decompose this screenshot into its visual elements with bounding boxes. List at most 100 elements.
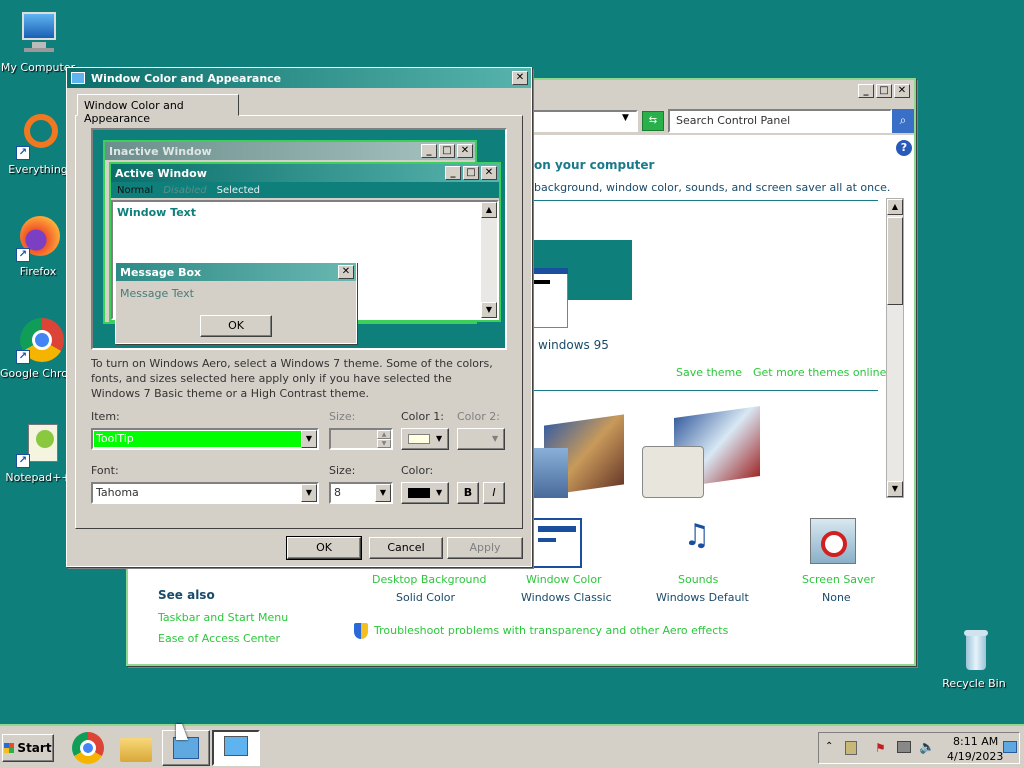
maximize-icon: □ (439, 144, 455, 158)
action-center-icon[interactable] (845, 741, 857, 755)
font-size-label: Size: (329, 464, 356, 477)
setting-window-color-value: Windows Classic (521, 591, 612, 604)
see-also-heading: See also (158, 588, 215, 602)
window-color-dialog[interactable]: Window Color and Appearance ✕ Window Col… (66, 67, 532, 567)
desktop-icon-chrome[interactable]: ↗ Google Chrome (0, 316, 76, 380)
italic-toggle[interactable]: I (483, 482, 505, 504)
show-desktop-icon[interactable] (1003, 741, 1017, 753)
desktop-icon-my-computer[interactable]: My Computer (0, 10, 76, 74)
font-dropdown-value: Tahoma (96, 486, 139, 499)
taskbar-window-color[interactable] (212, 730, 260, 766)
setting-screen-saver[interactable]: Screen Saver (802, 573, 875, 586)
preview-window-text: Window Text (117, 206, 197, 219)
font-dropdown[interactable]: Tahoma ▼ (91, 482, 319, 504)
item-dropdown[interactable]: ToolTip ▼ (91, 428, 319, 450)
chrome-icon: ↗ (14, 316, 64, 364)
cancel-button[interactable]: Cancel (369, 537, 443, 559)
dialog-close-button[interactable]: ✕ (512, 71, 528, 85)
setting-desktop-background[interactable]: Desktop Background (372, 573, 487, 586)
bold-toggle[interactable]: B (457, 482, 479, 504)
clock-date[interactable]: 4/19/2023 (947, 750, 1003, 763)
troubleshoot-link[interactable]: Troubleshoot problems with transparency … (374, 624, 728, 637)
minimize-button[interactable]: _ (858, 84, 874, 98)
preview-active-title: Active Window (115, 166, 207, 180)
font-label: Font: (91, 464, 119, 477)
theme-thumbnail-landscapes[interactable] (532, 412, 624, 498)
font-size-dropdown[interactable]: 8 ▼ (329, 482, 393, 504)
page-heading: on your computer (534, 158, 655, 172)
chevron-down-icon: ▼ (492, 434, 499, 443)
ease-of-access-link[interactable]: Ease of Access Center (158, 632, 280, 645)
close-button[interactable]: ✕ (894, 84, 910, 98)
item-label: Item: (91, 410, 120, 423)
setting-desktop-background-value: Solid Color (396, 591, 456, 604)
shortcut-arrow-icon: ↗ (16, 454, 30, 468)
search-ring-icon: ↗ (14, 112, 62, 160)
window-color-icon[interactable] (532, 518, 582, 568)
refresh-button[interactable]: ⇆ (642, 111, 664, 131)
color1-swatch (408, 434, 430, 444)
preview-menu-selected: Selected (216, 184, 260, 196)
theme-name[interactable]: windows 95 (538, 338, 609, 352)
network-icon[interactable] (897, 741, 911, 753)
font-color-picker[interactable]: ▼ (401, 482, 449, 504)
dialog-title: Window Color and Appearance (91, 71, 282, 85)
ok-button[interactable]: OK (286, 536, 362, 560)
preview-msgbox-ok: OK (200, 315, 272, 337)
sounds-icon[interactable]: ♫ (670, 518, 724, 566)
minimize-icon: _ (445, 166, 461, 180)
color1-picker[interactable]: ▼ (401, 428, 449, 450)
item-size-stepper[interactable]: ▲ ▼ (329, 428, 393, 450)
setting-sounds-value: Windows Default (656, 591, 749, 604)
taskbar-start-menu-link[interactable]: Taskbar and Start Menu (158, 611, 288, 624)
chevron-down-icon[interactable]: ▼ (301, 484, 317, 502)
shortcut-arrow-icon: ↗ (16, 146, 30, 160)
desktop-icon-notepadpp[interactable]: ↗ Notepad++ (0, 420, 76, 484)
theme-list-scrollbar[interactable]: ▲ ▼ (886, 198, 904, 498)
taskbar: Start ⌃ ⚑ 🔈 8:11 AM 4/19/2023 (0, 724, 1024, 768)
recycle-bin-icon (950, 626, 998, 674)
color1-label: Color 1: (401, 410, 444, 423)
dialog-titlebar[interactable]: Window Color and Appearance ✕ (67, 68, 531, 88)
taskbar-chrome[interactable] (66, 730, 110, 766)
color2-label: Color 2: (457, 410, 500, 423)
chevron-down-icon[interactable]: ▼ (622, 113, 629, 123)
setting-window-color[interactable]: Window Color (526, 573, 602, 586)
search-icon[interactable]: ⌕ (892, 109, 914, 133)
chevron-down-icon[interactable]: ▼ (301, 430, 317, 448)
setting-sounds[interactable]: Sounds (678, 573, 718, 586)
theme-thumbnail-windows95[interactable] (532, 240, 632, 328)
tab-window-color[interactable]: Window Color and Appearance (77, 94, 239, 125)
preview-msgbox-title: Message Box (120, 265, 202, 279)
page-subheading: background, window color, sounds, and sc… (534, 181, 891, 194)
volume-icon[interactable]: 🔈 (919, 740, 935, 755)
color2-picker[interactable]: ▼ (457, 428, 505, 450)
help-icon[interactable]: ? (896, 140, 912, 156)
save-theme-link[interactable]: Save theme (676, 366, 742, 379)
screen-saver-icon[interactable] (810, 518, 856, 564)
chevron-up-icon[interactable]: ⌃ (825, 741, 833, 752)
chevron-down-icon[interactable]: ▼ (375, 484, 391, 502)
preview-message-box: Message Box ✕ Message Text OK (115, 262, 357, 344)
mouse-cursor (176, 724, 188, 740)
start-button[interactable]: Start (2, 734, 54, 762)
clock-time[interactable]: 8:11 AM (953, 735, 998, 748)
theme-thumbnail-nature[interactable] (642, 405, 762, 498)
warning-flag-icon[interactable]: ⚑ (875, 741, 886, 755)
taskbar-explorer[interactable] (114, 730, 158, 766)
close-icon: ✕ (457, 144, 473, 158)
aero-description: To turn on Windows Aero, select a Window… (91, 357, 493, 400)
desktop-icon-recycle-bin[interactable]: Recycle Bin (936, 626, 1012, 690)
font-size-value: 8 (334, 486, 341, 499)
maximize-button[interactable]: □ (876, 84, 892, 98)
shortcut-arrow-icon: ↗ (16, 248, 30, 262)
desktop-icon-firefox[interactable]: ↗ Firefox (0, 214, 76, 278)
more-themes-link[interactable]: Get more themes online (753, 366, 886, 379)
desktop-icon-everything[interactable]: ↗ Everything (0, 112, 76, 176)
apply-button[interactable]: Apply (447, 537, 523, 559)
search-input[interactable]: Search Control Panel (668, 109, 892, 133)
chevron-down-icon: ▼ (436, 434, 443, 443)
font-color-swatch (408, 488, 430, 498)
system-tray: ⌃ ⚑ 🔈 8:11 AM 4/19/2023 (818, 732, 1020, 764)
close-icon: ✕ (338, 265, 354, 279)
